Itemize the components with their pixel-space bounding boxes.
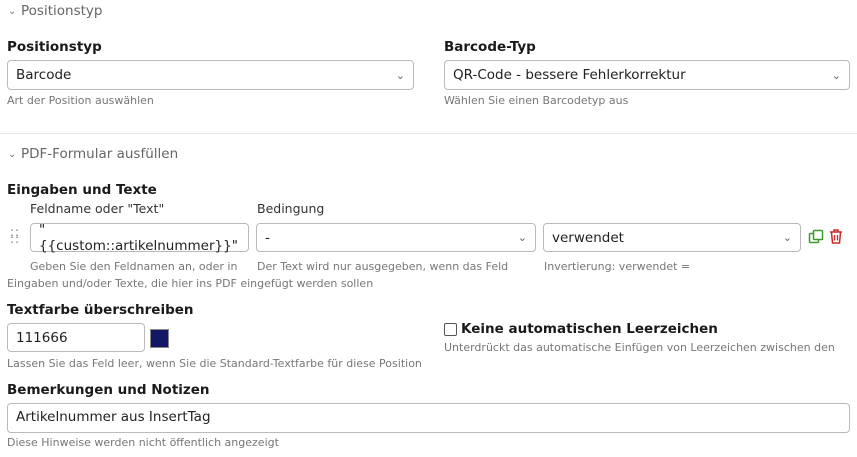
chevron-down-icon: ⌄ <box>517 231 527 244</box>
copy-icon[interactable] <box>808 229 824 245</box>
notes-hint: Diese Hinweise werden nicht öffentlich a… <box>7 436 279 449</box>
chevron-down-icon: ⌄ <box>8 5 17 17</box>
drag-handle-icon[interactable]: :::: <box>10 226 20 245</box>
inversion-hint: Invertierung: verwendet = <box>544 260 691 273</box>
positionstyp-value: Barcode <box>16 67 72 83</box>
condition-hint: Der Text wird nur ausgegeben, wenn das F… <box>257 260 509 273</box>
positionstyp-label: Positionstyp <box>7 39 102 55</box>
eingaben-label: Eingaben und Texte <box>7 182 157 198</box>
no-spaces-label: Keine automatischen Leerzeichen <box>461 321 718 337</box>
field-name-hint-2: Eingaben und/oder Texte, die hier ins PD… <box>7 277 374 290</box>
barcode-typ-select[interactable]: QR-Code - bessere Fehlerkorrektur ⌄ <box>444 60 850 90</box>
inversion-value: verwendet <box>552 229 624 246</box>
field-name-value: "{{custom::artikelnummer}}" <box>39 221 238 254</box>
section-toggle-positionstyp[interactable]: ⌄ Positionstyp <box>8 3 102 19</box>
field-name-input[interactable]: "{{custom::artikelnummer}}" <box>30 221 249 254</box>
inversion-select[interactable]: verwendet ⌄ <box>543 223 801 252</box>
textcolor-hint: Lassen Sie das Feld leer, wenn Sie die S… <box>7 357 422 370</box>
section-divider <box>0 133 857 134</box>
delete-icon[interactable] <box>828 228 844 245</box>
notes-textarea[interactable]: Artikelnummer aus InsertTag <box>7 403 850 433</box>
chevron-down-icon: ⌄ <box>782 231 792 244</box>
chevron-down-icon: ⌄ <box>831 68 841 82</box>
notes-label: Bemerkungen und Notizen <box>7 382 210 398</box>
field-name-hint: Geben Sie den Feldnamen an, oder in <box>30 260 238 273</box>
barcode-typ-hint: Wählen Sie einen Barcodetyp aus <box>444 94 629 107</box>
column-header-field: Feldname oder "Text" <box>30 201 165 216</box>
column-header-condition: Bedingung <box>257 201 325 216</box>
color-swatch[interactable] <box>150 329 169 348</box>
textcolor-value: 111666 <box>16 329 68 346</box>
condition-select[interactable]: - ⌄ <box>256 223 536 252</box>
no-spaces-hint: Unterdrückt das automatische Einfügen vo… <box>444 341 835 354</box>
textcolor-label: Textfarbe überschreiben <box>7 302 194 318</box>
section-toggle-pdf-formular[interactable]: ⌄ PDF-Formular ausfüllen <box>8 146 178 162</box>
positionstyp-select[interactable]: Barcode ⌄ <box>7 60 414 90</box>
chevron-down-icon: ⌄ <box>395 68 405 82</box>
section-title: Positionstyp <box>21 3 103 19</box>
positionstyp-hint: Art der Position auswählen <box>7 94 154 107</box>
no-spaces-option[interactable]: Keine automatischen Leerzeichen <box>444 321 718 337</box>
section-title: PDF-Formular ausfüllen <box>21 146 179 162</box>
barcode-typ-value: QR-Code - bessere Fehlerkorrektur <box>453 67 686 83</box>
condition-value: - <box>265 229 270 246</box>
chevron-down-icon: ⌄ <box>8 148 17 160</box>
textcolor-input[interactable]: 111666 <box>7 323 145 352</box>
barcode-typ-label: Barcode-Typ <box>444 39 536 55</box>
no-spaces-checkbox[interactable] <box>444 322 457 336</box>
